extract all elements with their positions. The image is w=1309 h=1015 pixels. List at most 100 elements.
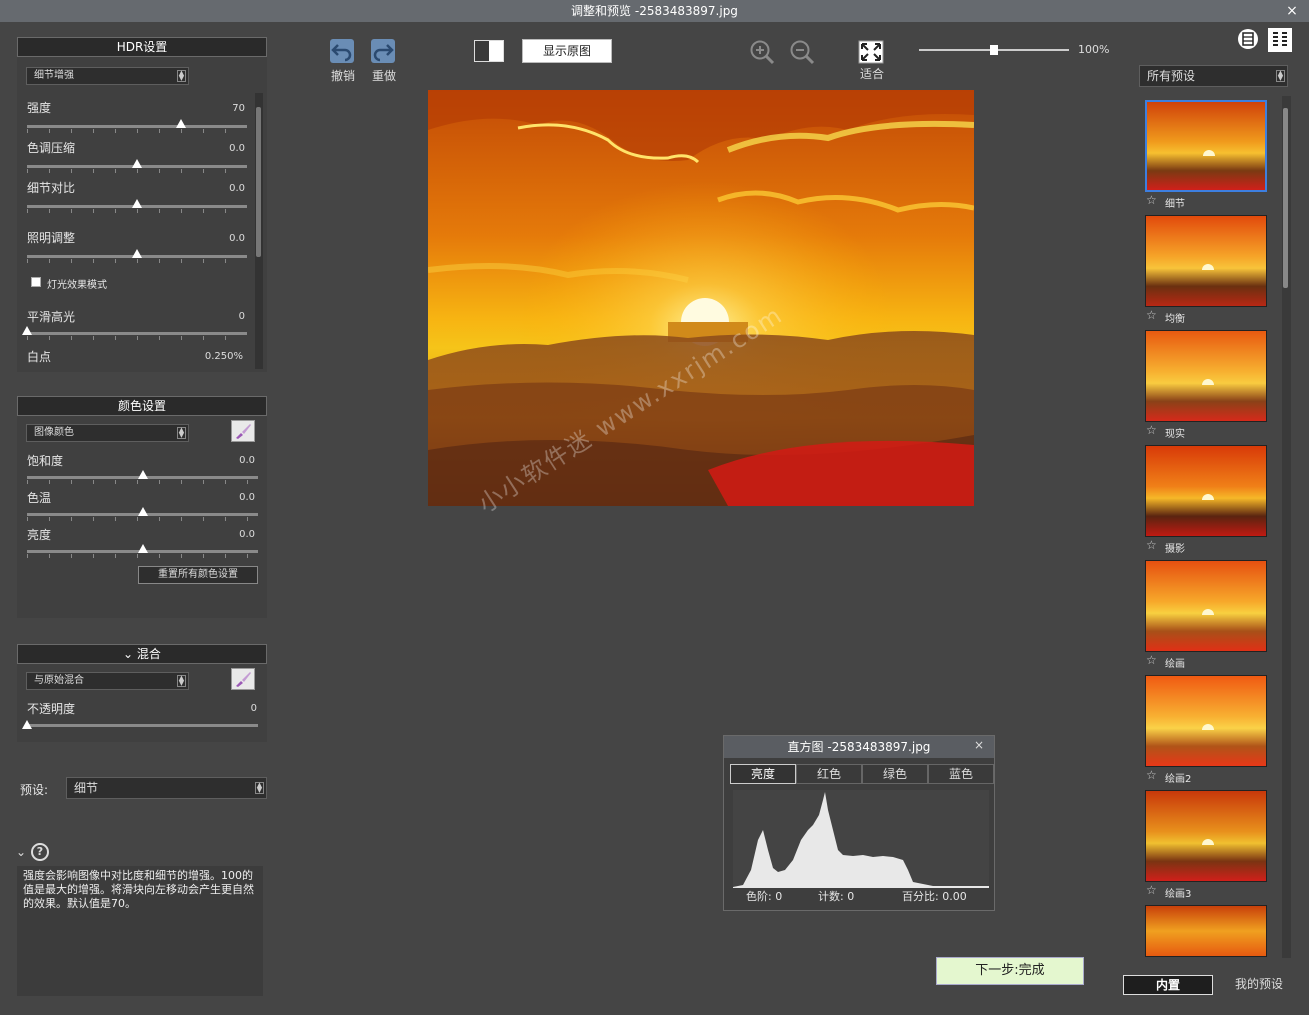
chevron-down-icon[interactable]: ⌄ [16,845,26,859]
preview-image[interactable] [428,90,974,506]
preset-thumbnail[interactable] [1145,445,1267,537]
preset-category-select[interactable]: 所有预设 ▲ ▼ [1139,65,1288,87]
histogram-percent: 百分比: 0.00 [902,890,967,903]
next-finish-button[interactable]: 下一步:完成 [936,957,1084,985]
blend-picker-icon[interactable] [231,668,255,690]
white-point-label: 白点 [27,350,52,364]
hdr-mode-value: 细节增强 [34,70,74,81]
sun-shape [1202,609,1214,615]
slider-thumb[interactable] [132,159,142,168]
slider-thumb[interactable] [137,470,148,479]
blend-mode-value: 与原始混合 [34,675,84,686]
scroll-thumb[interactable] [1283,108,1288,288]
fit-icon [858,40,884,64]
color-picker-icon[interactable] [231,420,255,442]
split-view-icon[interactable] [474,40,504,62]
preset-scrollbar[interactable] [1282,96,1291,958]
undo-button[interactable]: 撤销 [330,39,356,85]
hdr-mode-select[interactable]: 细节增强 ▲ ▼ [26,67,189,85]
preset-name: 现实 [1165,429,1185,440]
opacity-slider-thumb[interactable] [22,720,32,729]
tab-red[interactable]: 红色 [796,764,862,784]
opacity-track[interactable] [27,724,258,727]
redo-button[interactable]: 重做 [371,39,397,85]
slider-thumb[interactable] [132,249,142,258]
tab-blue[interactable]: 蓝色 [928,764,994,784]
slider-thumb[interactable] [137,544,148,553]
hdr-header: HDR设置 [17,37,267,57]
smooth-slider-thumb[interactable] [22,326,32,335]
slider-track[interactable] [27,125,247,128]
sun-shape [1202,494,1214,500]
tab-luminance[interactable]: 亮度 [730,764,796,784]
slider-value: 0.0 [229,143,245,154]
preset-category-value: 所有预设 [1147,69,1196,83]
star-icon[interactable]: ☆ [1146,308,1157,322]
tab-my-presets[interactable]: 我的预设 [1214,975,1304,995]
slider-thumb[interactable] [137,507,148,516]
slider-ticks [27,169,247,173]
slider-ticks [27,554,258,558]
undo-icon [330,39,354,63]
fit-label: 适合 [860,67,885,81]
zoom-in-icon[interactable] [749,39,775,65]
star-icon[interactable]: ☆ [1146,883,1157,897]
slider-label: 强度 [27,101,52,115]
slider-thumb[interactable] [176,119,186,128]
chevron-down-icon: ⌄ [123,647,137,661]
reset-color-button[interactable]: 重置所有颜色设置 [138,566,258,584]
star-icon[interactable]: ☆ [1146,423,1157,437]
star-icon[interactable]: ☆ [1146,193,1157,207]
preset-select-value: 细节 [74,781,99,795]
smooth-value: 0 [238,311,245,322]
preset-thumbnail[interactable] [1145,790,1267,882]
close-icon[interactable]: × [1285,0,1299,22]
slider-thumb[interactable] [132,199,142,208]
star-icon[interactable]: ☆ [1146,768,1157,782]
preset-preview-image [1146,676,1266,766]
preset-thumbnail[interactable] [1145,675,1267,767]
tab-green[interactable]: 绿色 [862,764,928,784]
opacity-value: 0 [250,703,257,714]
smooth-track[interactable] [27,332,247,335]
preset-select[interactable]: 细节 ▲ ▼ [66,777,267,799]
preset-thumbnail[interactable] [1145,215,1267,307]
slider-ticks [27,129,247,133]
updown-icon: ▲ ▼ [177,674,186,687]
star-icon[interactable]: ☆ [1146,538,1157,552]
color-mode-select[interactable]: 图像颜色 ▲ ▼ [26,424,189,442]
histogram-panel: 直方图 -2583483897.jpg × 亮度 红色 绿色 蓝色 色阶: 0 … [723,735,995,911]
slider-value: 0.0 [239,492,255,503]
preset-thumbnail[interactable] [1145,560,1267,652]
histogram-close-icon[interactable]: × [974,738,984,752]
undo-label: 撤销 [331,69,356,83]
help-icon[interactable]: ? [31,843,49,861]
zoom-out-icon[interactable] [789,39,815,65]
preset-preview-image [1146,331,1266,421]
color-mode-value: 图像颜色 [34,427,74,438]
fit-button[interactable]: 适合 [858,40,886,82]
histogram-count: 计数: 0 [818,890,855,903]
zoom-value: 100% [1078,43,1110,56]
show-original-button[interactable]: 显示原图 [522,39,612,63]
grid-view-icon[interactable] [1268,28,1292,52]
zoom-slider-thumb[interactable] [990,45,998,55]
scroll-thumb[interactable] [256,107,261,257]
light-effect-checkbox[interactable] [31,277,41,287]
updown-icon: ▲ ▼ [1276,69,1285,82]
preset-thumbnail-partial[interactable] [1145,905,1267,957]
filmstrip-view-icon[interactable] [1237,28,1259,50]
sun-shape [1202,264,1214,270]
hdr-scrollbar[interactable] [255,93,263,369]
help-text: 强度会影响图像中对比度和细节的增强。100的值是最大的增强。将滑块向左移动会产生… [17,866,263,996]
tab-builtin[interactable]: 内置 [1123,975,1213,995]
slider-value: 0.0 [239,529,255,540]
preset-thumbnail[interactable] [1145,100,1267,192]
star-icon[interactable]: ☆ [1146,653,1157,667]
blend-header-label: 混合 [136,647,161,661]
sun-shape [1202,379,1214,385]
blend-mode-select[interactable]: 与原始混合 ▲ ▼ [26,672,189,690]
sun-shape [1202,724,1214,730]
preset-thumbnail[interactable] [1145,330,1267,422]
blend-header[interactable]: ⌄ 混合 [17,644,267,664]
